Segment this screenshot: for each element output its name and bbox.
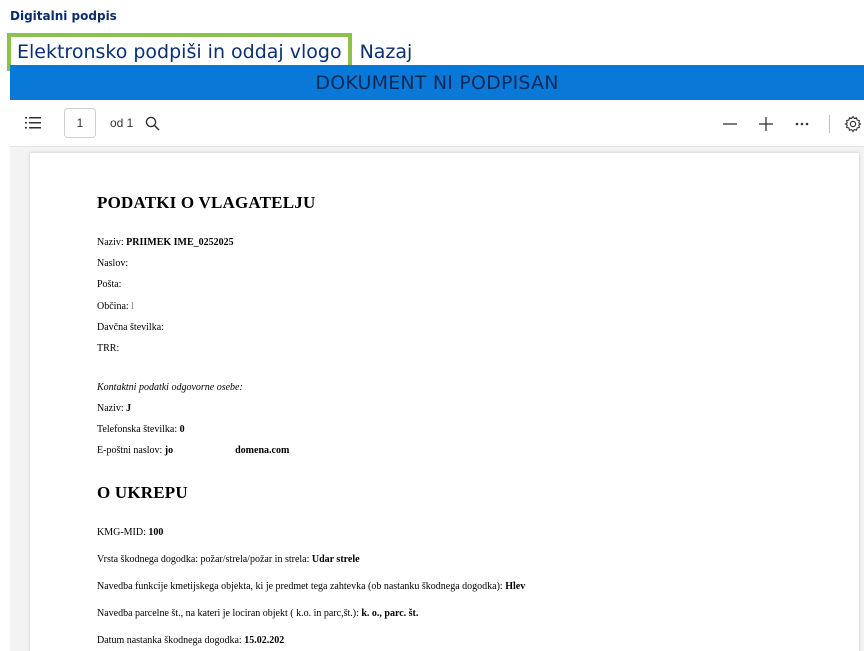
event-date-line: Datum nastanka škodnega dogodka: 15.02.2… — [97, 635, 284, 646]
email-value-start: jo — [164, 445, 174, 456]
pdf-toolbar: 1 od 1 — [10, 100, 864, 147]
pdf-page: PODATKI O VLAGATELJU Naziv: PRIIMEK IME_… — [30, 153, 859, 651]
section-title-measure: O UKREPU — [97, 483, 188, 502]
toolbar-right — [715, 100, 864, 147]
email-value-end: domena.com — [235, 445, 290, 456]
tax-number-line: Davčna številka: — [97, 322, 164, 333]
toolbar-separator — [829, 114, 830, 133]
trr-line: TRR: — [97, 343, 119, 354]
applicant-name-value: PRIIMEK IME_0252025 — [126, 237, 234, 248]
back-link[interactable]: Nazaj — [360, 38, 413, 66]
page-title: Digitalni podpis — [10, 9, 117, 23]
applicant-name-line: Naziv: PRIIMEK IME_0252025 — [97, 237, 234, 248]
contact-name-label: Naziv: — [97, 403, 127, 414]
applicant-name-label: Naziv: — [97, 237, 127, 248]
zoom-in-icon[interactable] — [751, 109, 781, 139]
email-label: E-poštni naslov: — [97, 445, 165, 456]
search-icon[interactable] — [137, 108, 167, 138]
event-date-label: Datum nastanka škodnega dogodka: — [97, 635, 245, 646]
event-type-line: Vrsta škodnega dogodka: požar/strela/pož… — [97, 554, 360, 565]
phone-value: 0 — [179, 424, 185, 435]
email-line: E-poštni naslov: jo domena.com — [97, 445, 289, 456]
page-number-input[interactable]: 1 — [64, 108, 96, 138]
tax-number-label: Davčna številka: — [97, 322, 164, 333]
toc-icon[interactable] — [18, 108, 48, 138]
zoom-out-icon[interactable] — [715, 109, 745, 139]
phone-line: Telefonska številka: 0 — [97, 424, 185, 435]
more-icon[interactable] — [787, 109, 817, 139]
event-type-value: Udar strele — [311, 554, 360, 565]
contact-heading: Kontaktni podatki odgovorne osebe: — [97, 382, 243, 393]
left-edge — [0, 0, 10, 651]
page-count-label: od 1 — [110, 116, 134, 130]
kmg-label: KMG-MID: — [97, 527, 149, 538]
section-title-applicant: PODATKI O VLAGATELJU — [97, 193, 316, 212]
address-line: Naslov: — [97, 258, 128, 269]
pdf-viewer[interactable]: PODATKI O VLAGATELJU Naziv: PRIIMEK IME_… — [10, 147, 864, 651]
signature-status-banner: DOKUMENT NI PODPISAN — [10, 65, 864, 100]
kmg-value: 100 — [148, 527, 164, 538]
address-label: Naslov: — [97, 258, 129, 269]
municipality-label: Občina: — [97, 301, 129, 312]
object-function-label: Navedba funkcije kmetijskega objekta, ki… — [97, 581, 506, 592]
object-function-value: Hlev — [505, 581, 526, 592]
phone-label: Telefonska številka: — [97, 424, 180, 435]
kmg-line: KMG-MID: 100 — [97, 527, 163, 538]
parcel-value: k. o., parc. št. — [361, 608, 419, 619]
parcel-line: Navedba parcelne št., na kateri je locir… — [97, 608, 418, 619]
municipality-value: l — [131, 301, 134, 312]
trr-label: TRR: — [97, 343, 120, 354]
event-type-label: Vrsta škodnega dogodka: požar/strela/pož… — [97, 554, 312, 565]
object-function-line: Navedba funkcije kmetijskega objekta, ki… — [97, 581, 525, 592]
settings-icon[interactable] — [842, 109, 864, 139]
signature-status-text: DOKUMENT NI PODPISAN — [315, 71, 559, 94]
municipality-line: Občina: l — [97, 301, 134, 312]
contact-name-value: J — [126, 403, 132, 414]
event-date-value: 15.02.202 — [244, 635, 285, 646]
contact-name-line: Naziv: J — [97, 403, 131, 414]
parcel-label: Navedba parcelne št., na kateri je locir… — [97, 608, 362, 619]
post-label: Pošta: — [97, 279, 122, 290]
post-line: Pošta: — [97, 279, 121, 290]
